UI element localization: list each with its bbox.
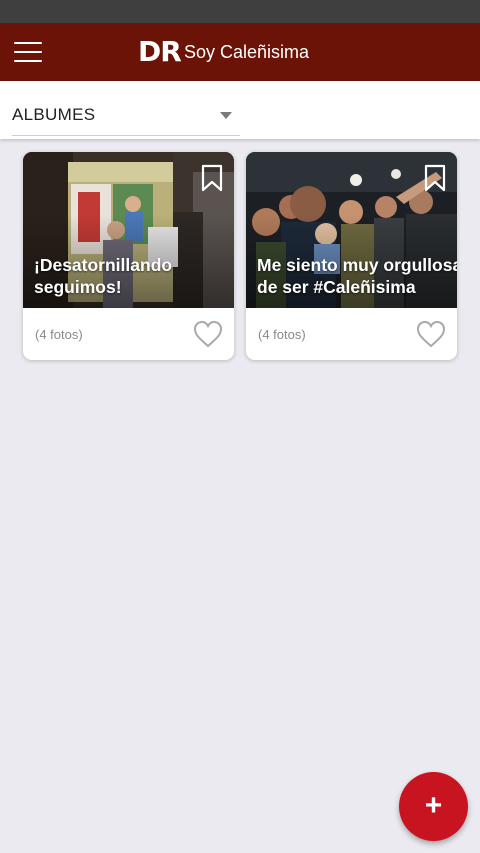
- heart-icon[interactable]: [416, 320, 446, 348]
- status-bar: [0, 0, 480, 23]
- album-card-footer: (4 fotos): [246, 308, 457, 360]
- menu-icon[interactable]: [14, 42, 42, 62]
- album-title: Me siento muy orgullosa de ser #Caleñisi…: [257, 255, 457, 297]
- photo-count: (4 fotos): [258, 327, 306, 342]
- album-card-footer: (4 fotos): [23, 308, 234, 360]
- heart-icon[interactable]: [193, 320, 223, 348]
- album-cover-image[interactable]: ¡Desatornillando seguimos!: [23, 152, 234, 308]
- filter-bar: ALBUMES: [0, 81, 480, 139]
- app-logo: DR: [138, 35, 182, 68]
- album-card[interactable]: Me siento muy orgullosa de ser #Caleñisi…: [246, 152, 457, 360]
- album-type-value: ALBUMES: [12, 105, 96, 124]
- add-album-button[interactable]: +: [399, 772, 468, 841]
- album-cover-image[interactable]: Me siento muy orgullosa de ser #Caleñisi…: [246, 152, 457, 308]
- plus-icon: +: [424, 789, 443, 822]
- app-bar: DR Soy Caleñisima: [0, 23, 480, 81]
- bookmark-icon[interactable]: [200, 164, 224, 192]
- photo-count: (4 fotos): [35, 327, 83, 342]
- chevron-down-icon: [220, 112, 232, 119]
- bookmark-icon[interactable]: [423, 164, 447, 192]
- album-type-select[interactable]: ALBUMES: [12, 97, 240, 136]
- app-title: Soy Caleñisima: [184, 42, 310, 62]
- album-card[interactable]: ¡Desatornillando seguimos! (4 fotos): [23, 152, 234, 360]
- album-title: ¡Desatornillando seguimos!: [34, 255, 173, 297]
